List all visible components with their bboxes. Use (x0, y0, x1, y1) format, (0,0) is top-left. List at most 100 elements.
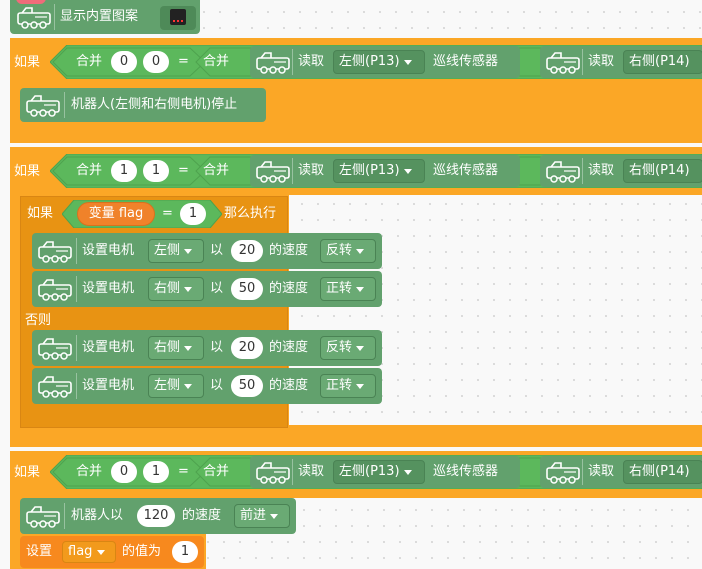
robot-car-icon (14, 4, 54, 30)
robot-stop-block[interactable]: 机器人(左侧和右侧电机)停止 (20, 88, 266, 122)
sensor-name: 巡线传感器 (433, 464, 499, 479)
motor-side-dropdown[interactable]: 右侧 (148, 277, 204, 301)
sensor-name: 巡线传感器 (433, 163, 499, 178)
divider (76, 276, 77, 302)
speed-suffix: 的速度 (269, 243, 309, 258)
robot-car-icon (35, 276, 75, 302)
read-left-sensor-block[interactable]: 读取 左侧(P13) 巡线传感器 (250, 46, 520, 78)
merge-value-2[interactable]: 0 (143, 51, 169, 73)
read-left-sensor-block[interactable]: 读取 左侧(P13) 巡线传感器 (250, 456, 520, 488)
motor-side-dropdown[interactable]: 右侧 (148, 336, 204, 360)
merge-label: 合并 (203, 464, 230, 479)
speed-input[interactable]: 120 (137, 505, 175, 527)
with-label: 以 (210, 243, 224, 258)
caret-down-icon (184, 287, 192, 292)
read-right-sensor-block[interactable]: 读取 右侧(P14) (540, 456, 702, 488)
set-motor-block[interactable]: 设置电机 左侧 以 50 的速度 正转 (32, 368, 382, 404)
variable-flag[interactable]: 变量 flag (77, 202, 155, 226)
merge-label: 合并 (203, 54, 230, 69)
divider (292, 158, 293, 184)
right-sensor-dropdown[interactable]: 右侧(P14) (623, 159, 702, 183)
merge-value-1[interactable]: 1 (111, 160, 137, 182)
robot-car-icon (35, 335, 75, 361)
read-left-sensor-block[interactable]: 读取 左侧(P13) 巡线传感器 (250, 155, 520, 187)
caret-down-icon (356, 249, 364, 254)
merge-value-2[interactable]: 1 (143, 160, 169, 182)
caret-down-icon (184, 384, 192, 389)
right-sensor-dropdown[interactable]: 右侧(P14) (623, 460, 702, 484)
merge-label: 合并 (76, 464, 103, 479)
divider (76, 238, 77, 264)
show-pattern-block[interactable]: 显示内置图案 (10, 0, 200, 34)
caret-down-icon (404, 470, 412, 475)
merge-value-2[interactable]: 1 (143, 461, 169, 483)
divider (582, 49, 583, 75)
direction-dropdown[interactable]: 反转 (320, 336, 376, 360)
divider (64, 92, 65, 118)
show-pattern-label: 显示内置图案 (60, 9, 139, 24)
robot-car-icon (23, 503, 63, 529)
divider (582, 158, 583, 184)
divider (64, 503, 65, 529)
caret-down-icon (356, 346, 364, 351)
with-label: 以 (210, 340, 224, 355)
left-sensor-dropdown[interactable]: 左侧(P13) (333, 50, 425, 74)
motor-side-dropdown[interactable]: 左侧 (148, 374, 204, 398)
left-sensor-dropdown[interactable]: 左侧(P13) (333, 460, 425, 484)
then-label: 那么执行 (224, 206, 277, 221)
divider (76, 335, 77, 361)
sensor-name: 巡线传感器 (433, 54, 499, 69)
direction-dropdown[interactable]: 正转 (320, 374, 376, 398)
speed-input[interactable]: 50 (231, 375, 263, 397)
robot-car-icon (543, 158, 583, 184)
speed-input[interactable]: 50 (231, 278, 263, 300)
set-motor-block[interactable]: 设置电机 右侧 以 20 的速度 反转 (32, 330, 382, 366)
speed-input[interactable]: 20 (231, 240, 263, 262)
merge-label: 合并 (76, 54, 103, 69)
set-variable-block[interactable]: 设置 flag 的值为 1 (20, 536, 204, 568)
caret-down-icon (356, 384, 364, 389)
read-right-sensor-block[interactable]: 读取 右侧(P14) (540, 46, 702, 78)
set-value-input[interactable]: 1 (172, 541, 198, 563)
caret-down-icon (184, 249, 192, 254)
left-sensor-dropdown[interactable]: 左侧(P13) (333, 159, 425, 183)
motor-side-dropdown[interactable]: 左侧 (148, 239, 204, 263)
if-label: 如果 (14, 55, 41, 70)
speed-input[interactable]: 20 (231, 337, 263, 359)
read-right-sensor-block[interactable]: 读取 右侧(P14) (540, 155, 702, 187)
with-label: 以 (210, 378, 224, 393)
set-motor-label: 设置电机 (82, 378, 135, 393)
speed-suffix: 的速度 (269, 340, 309, 355)
set-motor-block[interactable]: 设置电机 左侧 以 20 的速度 反转 (32, 233, 382, 269)
merge-value-1[interactable]: 0 (111, 51, 137, 73)
equals-sign: = (162, 206, 173, 221)
value-label: 的值为 (122, 544, 162, 559)
direction-dropdown[interactable]: 正转 (320, 277, 376, 301)
read-label: 读取 (588, 54, 615, 69)
if-label: 如果 (14, 465, 41, 480)
set-label: 设置 (26, 544, 53, 559)
led-matrix-icon[interactable] (160, 6, 196, 30)
caret-down-icon (184, 346, 192, 351)
variable-dropdown[interactable]: flag (62, 541, 116, 563)
divider (76, 373, 77, 399)
if-label: 如果 (14, 164, 41, 179)
set-motor-block[interactable]: 设置电机 右侧 以 50 的速度 正转 (32, 271, 382, 307)
robot-car-icon (35, 373, 75, 399)
divider (292, 49, 293, 75)
direction-dropdown[interactable]: 前进 (234, 504, 290, 528)
set-motor-label: 设置电机 (82, 243, 135, 258)
robot-car-icon (543, 459, 583, 485)
merge-label: 合并 (76, 163, 103, 178)
direction-dropdown[interactable]: 反转 (320, 239, 376, 263)
set-motor-label: 设置电机 (82, 281, 135, 296)
robot-move-block[interactable]: 机器人以 120 的速度 前进 (20, 498, 296, 534)
if-label: 如果 (27, 206, 54, 221)
compare-value[interactable]: 1 (180, 203, 206, 225)
merge-value-1[interactable]: 0 (111, 461, 137, 483)
with-label: 以 (210, 281, 224, 296)
speed-suffix: 的速度 (269, 378, 309, 393)
right-sensor-dropdown[interactable]: 右侧(P14) (623, 50, 702, 74)
divider (582, 459, 583, 485)
speed-suffix: 的速度 (182, 508, 222, 523)
